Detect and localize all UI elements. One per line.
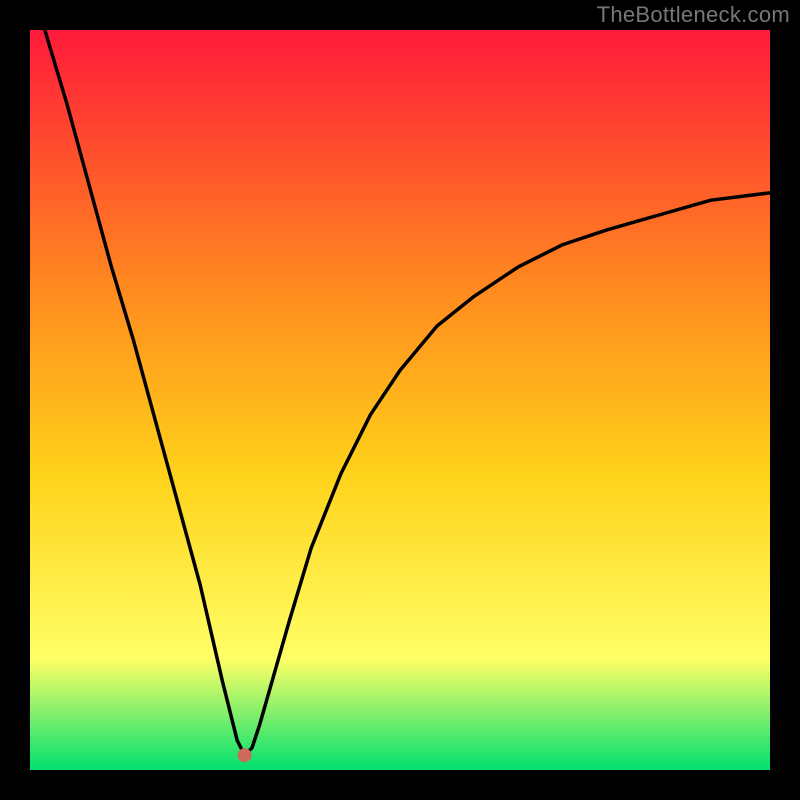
chart-svg — [30, 30, 770, 770]
optimum-marker — [238, 748, 252, 762]
gradient-background — [30, 30, 770, 770]
plot-area — [30, 30, 770, 770]
chart-container: TheBottleneck.com — [0, 0, 800, 800]
watermark-text: TheBottleneck.com — [597, 2, 790, 28]
